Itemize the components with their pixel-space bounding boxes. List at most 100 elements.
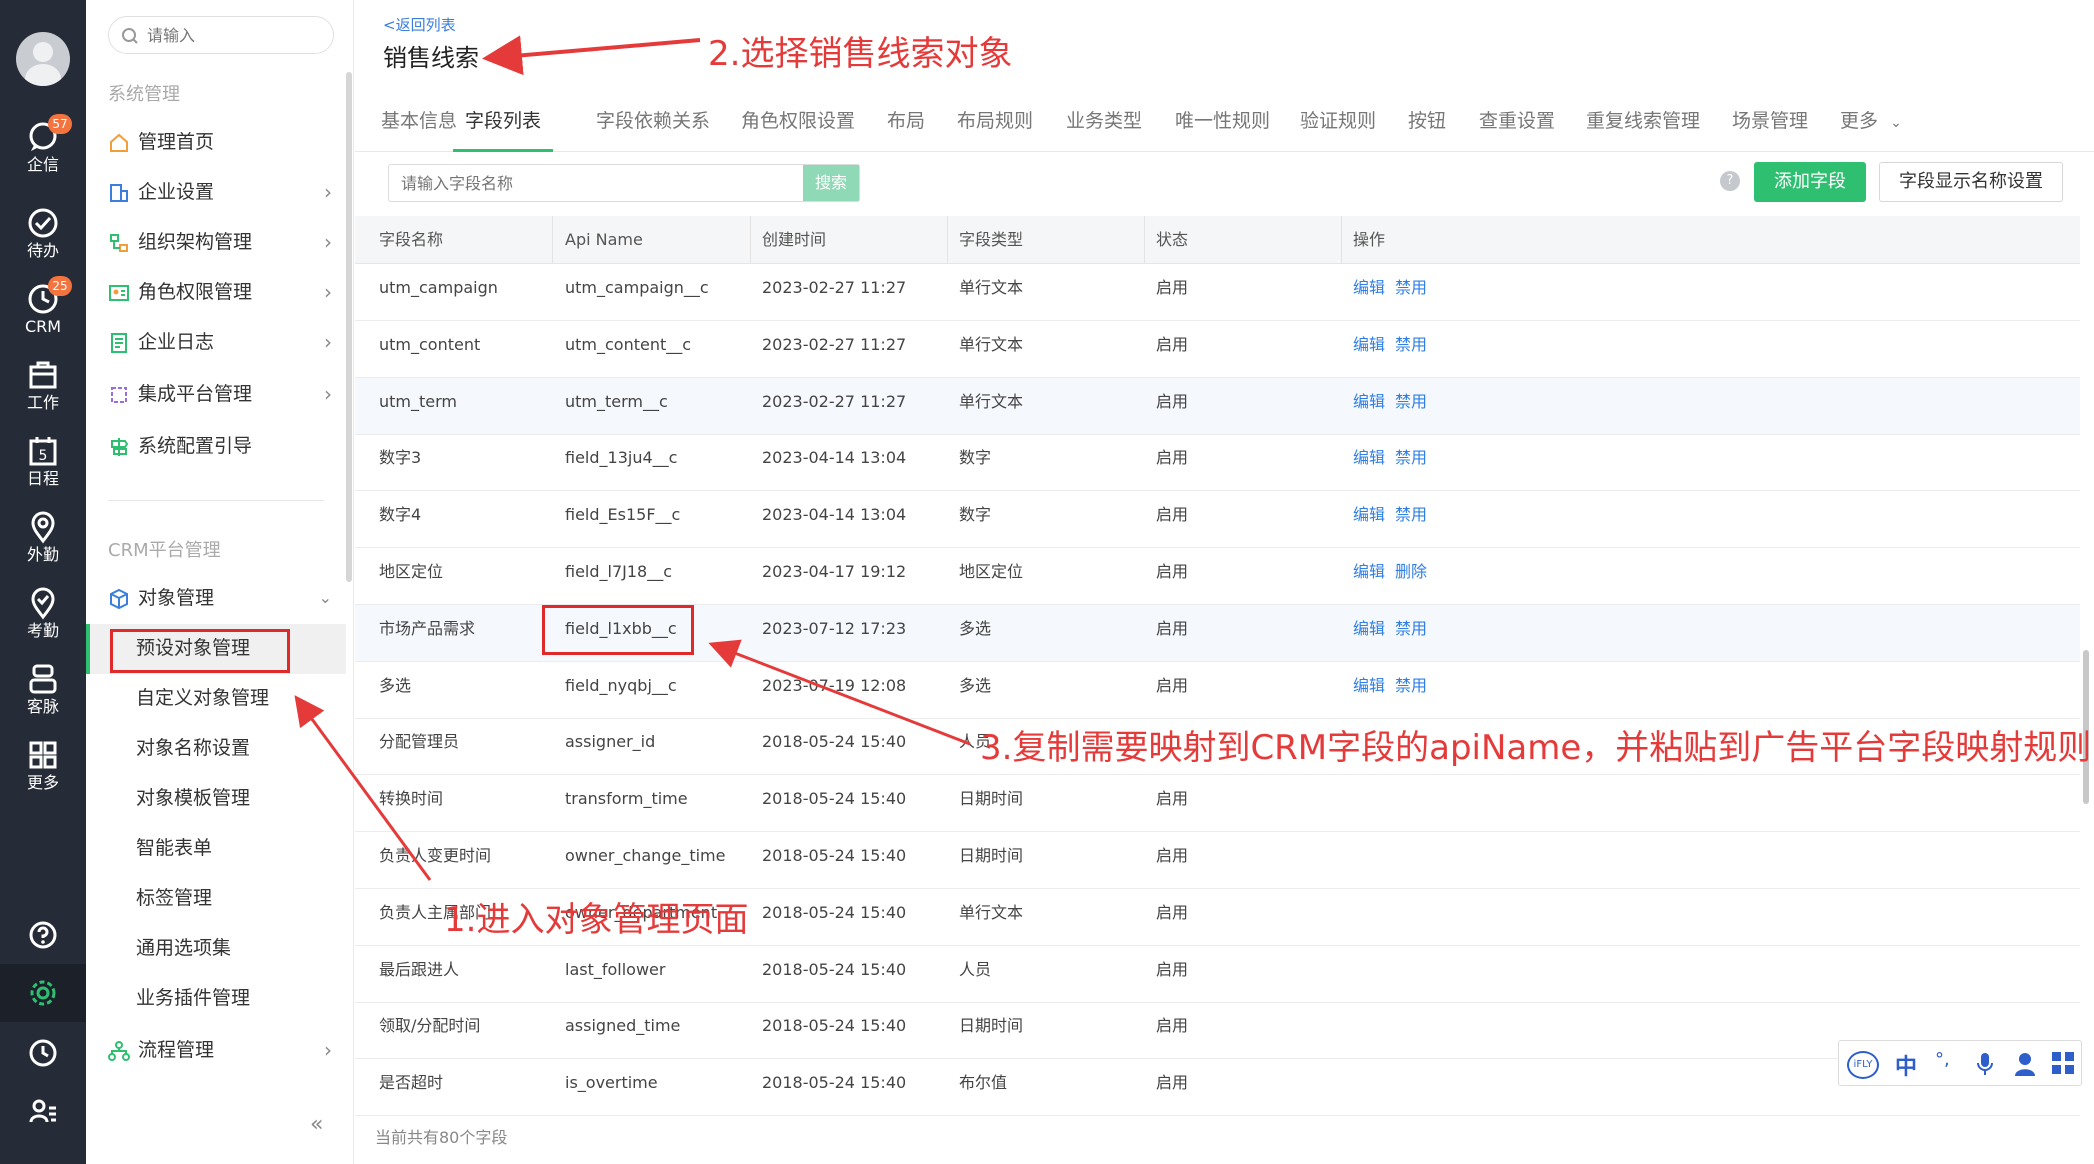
back-to-list-link[interactable]: <返回列表: [383, 14, 456, 35]
menu-item-guide[interactable]: 系统配置引导: [108, 426, 338, 466]
disable-link[interactable]: 禁用: [1395, 321, 1427, 369]
rail-history[interactable]: [0, 1024, 86, 1082]
chevron-down-icon: ⌄: [1890, 115, 1902, 131]
apps-icon[interactable]: [2051, 1051, 2075, 1075]
tab-business-type[interactable]: 业务类型: [1066, 100, 1142, 152]
search-icon: [122, 28, 138, 44]
tab-more[interactable]: 更多 ⌄: [1840, 100, 1902, 152]
table-row[interactable]: 是否超时 is_overtime 2018-05-24 15:40 布尔值 启用: [355, 1059, 2080, 1117]
rail-help[interactable]: [0, 906, 86, 964]
menu-scrollbar[interactable]: [346, 72, 352, 582]
edit-link[interactable]: 编辑: [1353, 548, 1385, 596]
menu-item-integration[interactable]: 集成平台管理 ›: [108, 374, 338, 414]
edit-link[interactable]: 编辑: [1353, 662, 1385, 710]
disable-link[interactable]: 禁用: [1395, 491, 1427, 539]
menu-item-role[interactable]: 角色权限管理 ›: [108, 272, 338, 312]
menu-item-log[interactable]: 企业日志 ›: [108, 322, 338, 362]
rail-item-contacts[interactable]: 客脉: [0, 656, 86, 728]
submenu-tag-mgmt[interactable]: 标签管理: [136, 878, 336, 918]
rail-item-attendance[interactable]: 考勤: [0, 580, 86, 652]
tab-role-permission[interactable]: 角色权限设置: [741, 100, 855, 152]
cell-name: utm_term: [379, 391, 457, 411]
ime-punct-toggle[interactable]: °,: [1935, 1049, 1950, 1070]
tab-scenes[interactable]: 场景管理: [1732, 100, 1808, 152]
table-row[interactable]: 负责人变更时间 owner_change_time 2018-05-24 15:40…: [355, 832, 2080, 889]
menu-search-input[interactable]: [147, 25, 317, 45]
menu-item-object-mgmt[interactable]: 对象管理 ⌄: [108, 578, 338, 618]
menu-item-home[interactable]: 管理首页: [108, 122, 338, 162]
rail-item-todo[interactable]: 待办: [0, 200, 86, 272]
menu-item-enterprise[interactable]: 企业设置 ›: [108, 172, 338, 212]
disable-link[interactable]: 禁用: [1395, 378, 1427, 426]
submenu-plugins[interactable]: 业务插件管理: [136, 978, 336, 1018]
rail-settings[interactable]: [0, 964, 86, 1022]
help-icon[interactable]: ?: [1720, 171, 1740, 191]
table-row[interactable]: 多选 field_nyqbj__c 2023-07-19 12:08 多选 启用 编辑 禁用: [355, 662, 2080, 719]
tab-layout-rules[interactable]: 布局规则: [957, 100, 1033, 152]
edit-link[interactable]: 编辑: [1353, 434, 1385, 482]
edit-link[interactable]: 编辑: [1353, 378, 1385, 426]
submenu-smart-form[interactable]: 智能表单: [136, 828, 336, 868]
ifly-logo[interactable]: iFLY: [1847, 1051, 1879, 1079]
edit-link[interactable]: 编辑: [1353, 321, 1385, 369]
rail-item-crm[interactable]: CRM 25: [0, 276, 86, 348]
rail-item-field[interactable]: 外勤: [0, 504, 86, 576]
table-row[interactable]: utm_content utm_content__c 2023-02-27 11:2…: [355, 321, 2080, 378]
cell-name: 负责人变更时间: [379, 846, 492, 865]
cell-api: last_follower: [565, 959, 666, 979]
field-search-button[interactable]: 搜索: [803, 165, 859, 201]
tab-more-label: 更多: [1840, 110, 1879, 132]
field-display-name-button[interactable]: 字段显示名称设置: [1879, 162, 2063, 202]
tab-validation-rules[interactable]: 验证规则: [1300, 100, 1376, 152]
submenu-object-name[interactable]: 对象名称设置: [136, 728, 336, 768]
rail-item-chat[interactable]: 企信 57: [0, 114, 86, 186]
rail-user-list[interactable]: [0, 1082, 86, 1140]
collapse-menu-icon[interactable]: «: [310, 1112, 323, 1137]
tab-duplicate-leads[interactable]: 重复线索管理: [1586, 100, 1700, 152]
cell-status: 启用: [1156, 1073, 1189, 1093]
disable-link[interactable]: 删除: [1395, 548, 1427, 596]
avatar[interactable]: [16, 32, 70, 86]
submenu-option-sets[interactable]: 通用选项集: [136, 928, 336, 968]
rail-item-more[interactable]: 更多: [0, 732, 86, 804]
submenu-custom-objects[interactable]: 自定义对象管理: [136, 678, 336, 718]
table-row[interactable]: 数字4 field_Es15F__c 2023-04-14 13:04 数字 启用 编辑禁…: [355, 491, 2080, 549]
table-row[interactable]: 最后跟进人 last_follower 2018-05-24 15:40 人员 启用: [355, 946, 2080, 1003]
submenu-object-template[interactable]: 对象模板管理: [136, 778, 336, 818]
table-row[interactable]: 领取/分配时间 assigned_time 2018-05-24 15:40 日期时间…: [355, 1002, 2080, 1060]
mic-icon[interactable]: [1975, 1051, 1995, 1077]
disable-link[interactable]: 禁用: [1395, 662, 1427, 710]
rail-item-work[interactable]: 工作: [0, 352, 86, 424]
menu-search-box[interactable]: [108, 16, 334, 54]
edit-link[interactable]: 编辑: [1353, 605, 1385, 653]
cell-name: 市场产品需求: [379, 618, 476, 638]
table-row[interactable]: utm_term utm_term__c 2023-02-27 11:27 单行文本 启…: [355, 377, 2080, 435]
app-root: 企信 57 待办 CRM 25 工作 5 日程 外勤 考勤 客脉 更多 请输入 …: [0, 0, 2094, 1164]
menu-item-org[interactable]: 组织架构管理 ›: [108, 222, 338, 262]
rail-item-calendar[interactable]: 5 日程: [0, 428, 86, 500]
edit-link[interactable]: 编辑: [1353, 491, 1385, 539]
add-field-button[interactable]: 添加字段: [1754, 162, 1866, 202]
tab-unique-rules[interactable]: 唯一性规则: [1175, 100, 1270, 152]
cell-time: 2018-05-24 15:40: [762, 959, 907, 979]
tab-layout[interactable]: 布局: [887, 100, 925, 152]
tab-dedupe-settings[interactable]: 查重设置: [1479, 100, 1555, 152]
tab-field-dependency[interactable]: 字段依赖关系: [596, 100, 710, 152]
tab-buttons[interactable]: 按钮: [1408, 100, 1446, 152]
table-row[interactable]: 地区定位 field_l7J18__c 2023-04-17 19:12 地区定位 启用…: [355, 548, 2080, 605]
disable-link[interactable]: 禁用: [1395, 264, 1427, 312]
ime-chinese-toggle[interactable]: 中: [1895, 1049, 1917, 1081]
highlight-box-preset-objects: [110, 629, 290, 673]
menu-item-process[interactable]: 流程管理 ›: [108, 1030, 338, 1070]
chevron-right-icon: ›: [324, 280, 332, 304]
disable-link[interactable]: 禁用: [1395, 434, 1427, 482]
user-icon[interactable]: [2013, 1051, 2037, 1077]
table-row[interactable]: utm_campaign utm_campaign__c 2023-02-27 11…: [355, 264, 2080, 321]
tab-basic-info[interactable]: 基本信息: [381, 100, 457, 152]
table-row[interactable]: 转换时间 transform_time 2018-05-24 15:40 日期时间 启用: [355, 775, 2080, 833]
table-row[interactable]: 数字3 field_13ju4__c 2023-04-14 13:04 数字 启用 编辑禁…: [355, 434, 2080, 492]
field-search-input[interactable]: [401, 173, 781, 193]
edit-link[interactable]: 编辑: [1353, 264, 1385, 312]
tab-field-list[interactable]: 字段列表: [453, 100, 554, 152]
disable-link[interactable]: 禁用: [1395, 605, 1427, 653]
